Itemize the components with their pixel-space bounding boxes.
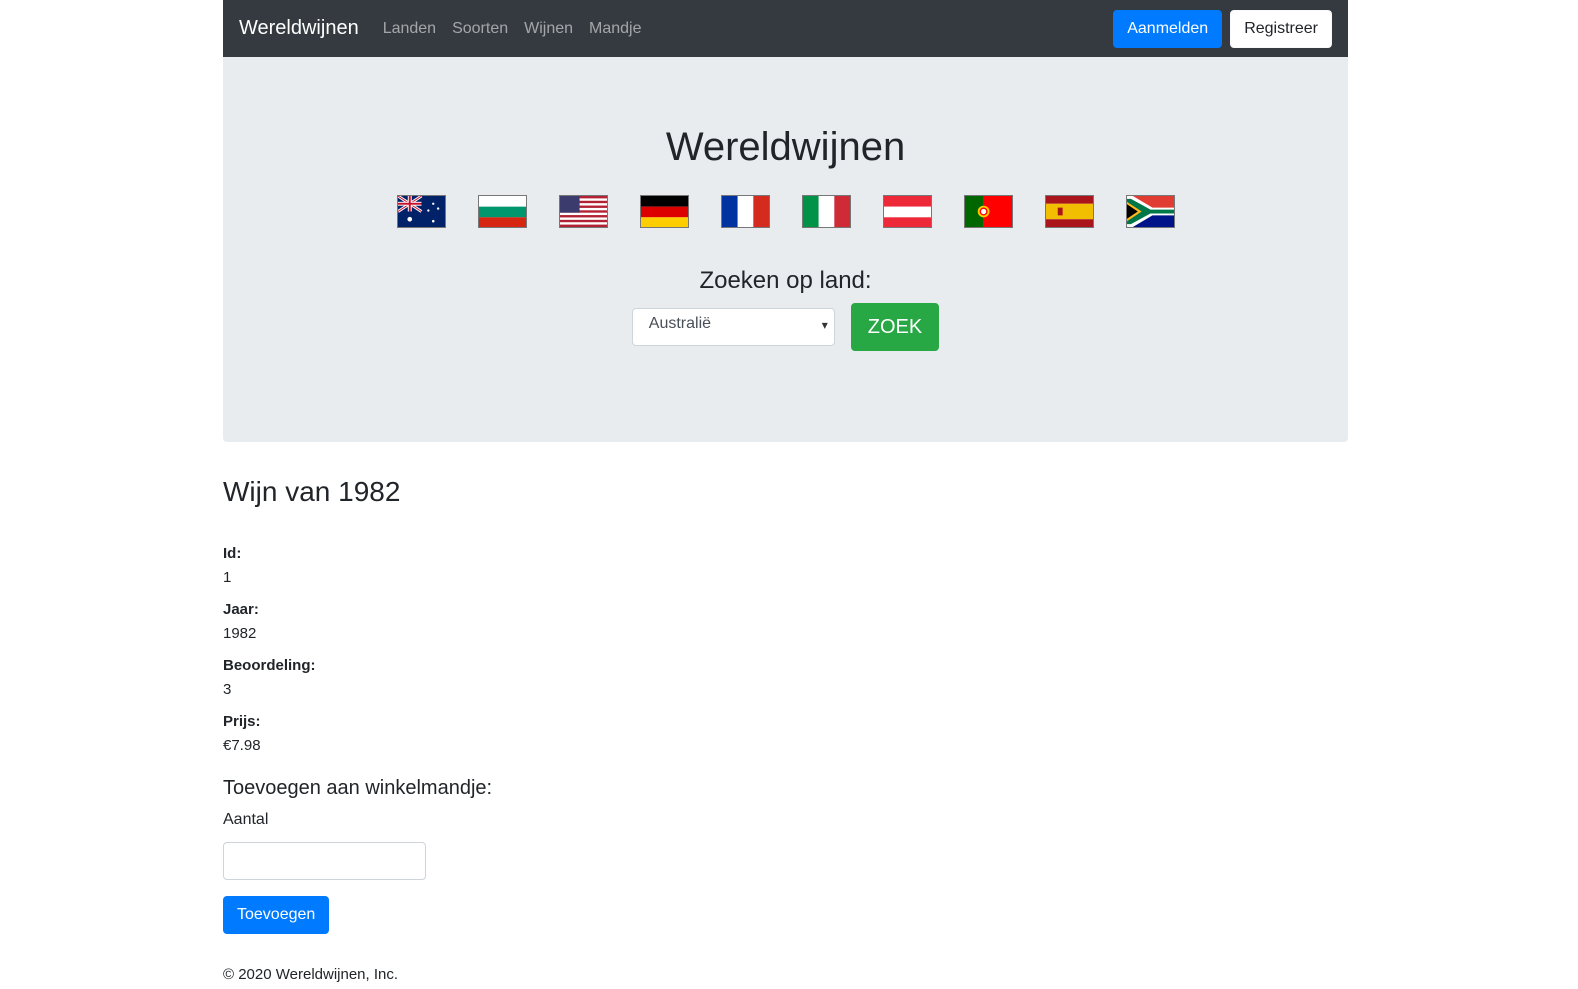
nav-link-landen[interactable]: Landen — [383, 20, 436, 38]
navbar: Wereldwijnen Landen Soorten Wijnen Mandj… — [223, 0, 1348, 57]
wine-details: Id: 1 Jaar: 1982 Beoordeling: 3 Prijs: €… — [223, 542, 1348, 758]
hero-jumbotron: Wereldwijnen Zoeken op land: Australië ▾… — [223, 57, 1348, 442]
quantity-label: Aantal — [223, 811, 269, 828]
country-select[interactable]: Australië ▾ — [631, 308, 835, 346]
australia-flag-icon[interactable] — [396, 194, 446, 228]
germany-flag-icon[interactable] — [639, 194, 689, 228]
nav-actions: Aanmelden Registreer — [1113, 9, 1332, 48]
usa-flag-icon[interactable] — [558, 194, 608, 228]
id-label: Id: — [223, 545, 242, 562]
register-button[interactable]: Registreer — [1230, 9, 1332, 48]
price-label: Prijs: — [223, 713, 261, 730]
year-label: Jaar: — [223, 601, 259, 618]
search-label: Zoeken op land: — [699, 267, 872, 294]
login-button[interactable]: Aanmelden — [1113, 9, 1223, 48]
quantity-input[interactable] — [223, 842, 426, 880]
wine-title: Wijn van 1982 — [223, 476, 401, 507]
italy-flag-icon[interactable] — [801, 194, 851, 228]
hero-title: Wereldwijnen — [665, 125, 906, 169]
footer-copyright: © 2020 Wereldwijnen, Inc. — [223, 966, 399, 983]
price-value: €7.98 — [223, 737, 261, 754]
id-value: 1 — [223, 569, 232, 586]
chevron-down-icon: ▾ — [821, 318, 828, 332]
france-flag-icon[interactable] — [720, 194, 770, 228]
year-value: 1982 — [223, 625, 257, 642]
page-container: Wereldwijnen Landen Soorten Wijnen Mandj… — [223, 0, 1348, 986]
spain-flag-icon[interactable] — [1044, 194, 1094, 228]
rating-label: Beoordeling: — [223, 657, 316, 674]
nav-link-soorten[interactable]: Soorten — [452, 20, 508, 38]
brand-link[interactable]: Wereldwijnen — [239, 17, 359, 40]
south-africa-flag-icon[interactable] — [1125, 194, 1175, 228]
rating-value: 3 — [223, 681, 232, 698]
nav-link-mandje[interactable]: Mandje — [589, 20, 641, 38]
add-to-cart-button[interactable]: Toevoegen — [223, 896, 330, 934]
nav-link-wijnen[interactable]: Wijnen — [524, 20, 573, 38]
flag-list — [223, 194, 1348, 228]
search-form: Australië ▾ ZOEK — [223, 303, 1348, 351]
austria-flag-icon[interactable] — [882, 194, 932, 228]
bulgaria-flag-icon[interactable] — [477, 194, 527, 228]
country-select-value: Australië — [648, 315, 712, 332]
portugal-flag-icon[interactable] — [963, 194, 1013, 228]
search-button[interactable]: ZOEK — [850, 303, 940, 351]
cart-title: Toevoegen aan winkelmandje: — [223, 777, 493, 799]
